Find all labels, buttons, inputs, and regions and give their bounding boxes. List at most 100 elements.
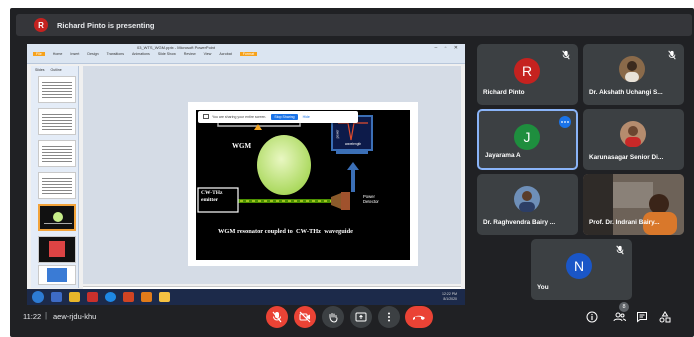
- participant-tile[interactable]: Dr. Raghvendra Bairy ...: [477, 174, 578, 235]
- windows-taskbar: 12:22 PM 8/1/2020: [27, 289, 465, 305]
- presenter-avatar: R: [34, 18, 48, 32]
- activities-button[interactable]: [658, 310, 672, 324]
- taskbar-date: 8/1/2020: [443, 297, 457, 301]
- leave-call-button[interactable]: [405, 306, 433, 328]
- wgm-label: WGM: [232, 142, 252, 150]
- power-label: power: [335, 129, 340, 139]
- mic-off-icon: [616, 245, 624, 255]
- ribbon-tab-home: Home: [52, 52, 63, 56]
- powerpoint-icon: [123, 292, 134, 302]
- participant-name: Prof. Dr. Indrani Bairy...: [589, 219, 660, 226]
- vlc-icon: [159, 292, 170, 302]
- participant-tile[interactable]: R Richard Pinto: [477, 44, 578, 105]
- people-icon: [613, 312, 626, 322]
- participant-tile[interactable]: Dr. Akshath Uchangi S...: [583, 44, 684, 105]
- present-screen-button[interactable]: [350, 306, 372, 328]
- participant-tile-self[interactable]: N You: [531, 239, 632, 300]
- chat-icon: [637, 312, 647, 323]
- presenting-text: Richard Pinto is presenting: [57, 20, 155, 30]
- participant-name: Karunasagar Senior Di...: [589, 154, 664, 161]
- ribbon-tab-slideshow: Slide Show: [157, 52, 176, 56]
- powerpoint-ribbon: 03_WTS_WGM.pptx - Microsoft PowerPoint F…: [27, 44, 465, 64]
- hang-up-icon: [413, 315, 425, 320]
- hide-share-bar-button: Hide: [302, 115, 310, 119]
- ribbon-tabs: File Home Insert Design Transitions Anim…: [33, 52, 258, 56]
- present-icon: [355, 312, 367, 322]
- avatar-photo: [620, 121, 646, 147]
- wavelength-label: wavelength: [345, 142, 362, 146]
- mic-off-icon: [272, 311, 282, 323]
- presenting-banner: R Richard Pinto is presenting: [16, 14, 692, 36]
- emitter-label: CW-THz emitter: [201, 190, 223, 203]
- activities-icon: [659, 311, 671, 323]
- ribbon-tab-file: File: [33, 52, 45, 56]
- slide-thumbnail: [38, 236, 76, 263]
- ribbon-tab-review: Review: [183, 52, 196, 56]
- slide: WGM CW-THz emitter Power Detector wavele…: [188, 102, 418, 266]
- start-button-icon: [32, 291, 44, 303]
- people-button[interactable]: [612, 310, 626, 324]
- participant-name: You: [537, 284, 549, 291]
- info-icon: [586, 311, 598, 323]
- camera-off-icon: [299, 311, 311, 323]
- panel-tabs: Slides Outline: [31, 66, 78, 74]
- microphone-toggle-button[interactable]: [266, 306, 288, 328]
- slide-editing-area: WGM CW-THz emitter Power Detector wavele…: [83, 66, 461, 284]
- share-bar-text: You are sharing your entire screen.: [212, 115, 267, 119]
- more-vert-icon: [388, 312, 390, 322]
- avatar: J: [514, 124, 540, 150]
- participant-name: Dr. Akshath Uchangi S...: [589, 89, 663, 96]
- participant-name: Jayarama A: [485, 152, 521, 159]
- avatar: R: [514, 58, 540, 84]
- slide-thumbnail: [38, 108, 76, 135]
- detector-label: Power Detector: [363, 194, 379, 204]
- slide-thumbnail: [38, 140, 76, 167]
- folder-icon: [69, 292, 80, 302]
- chat-button[interactable]: [635, 310, 649, 324]
- explorer-icon: [51, 292, 62, 302]
- meeting-details-button[interactable]: [585, 310, 599, 324]
- slide-caption: WGM resonator coupled to CW-THz waveguid…: [218, 228, 353, 235]
- slide-thumbnail: [38, 265, 76, 285]
- slide-thumbnail-selected: [38, 204, 76, 231]
- screen-share-bar: You are sharing your entire screen. Stop…: [198, 111, 358, 123]
- meeting-code: aew-rjdu-khu: [53, 312, 97, 321]
- camera-toggle-button[interactable]: [294, 306, 316, 328]
- panel-tab-outline: Outline: [50, 68, 62, 72]
- mic-off-icon: [562, 50, 570, 60]
- slide-thumbnails-panel: Slides Outline: [31, 66, 79, 288]
- ribbon-tab-animations: Animations: [132, 52, 150, 56]
- separator: |: [45, 311, 48, 320]
- more-options-icon[interactable]: [559, 116, 571, 128]
- mic-off-icon: [668, 50, 676, 60]
- avatar: N: [566, 253, 592, 279]
- panel-tab-slides: Slides: [35, 68, 45, 72]
- participant-tile-active[interactable]: J Jayarama A: [477, 109, 578, 170]
- ribbon-tab-insert: Insert: [70, 52, 80, 56]
- acrobat-icon: [87, 292, 98, 302]
- participant-tile[interactable]: Karunasagar Senior Di...: [583, 109, 684, 170]
- stop-sharing-button: Stop Sharing: [271, 114, 298, 120]
- hand-icon: [329, 313, 338, 323]
- taskbar-clock: 12:22 PM 8/1/2020: [442, 292, 457, 302]
- participant-tile-video[interactable]: Prof. Dr. Indrani Bairy...: [583, 174, 684, 235]
- meeting-time: 11:22: [23, 312, 42, 321]
- slide-content: WGM CW-THz emitter Power Detector wavele…: [196, 110, 410, 260]
- firefox-icon: [141, 292, 152, 302]
- ribbon-tab-format: Format: [239, 52, 258, 56]
- participant-name: Dr. Raghvendra Bairy ...: [483, 219, 556, 226]
- slide-thumbnail: [38, 172, 76, 199]
- more-options-button[interactable]: [378, 306, 400, 328]
- ribbon-tab-transitions: Transitions: [106, 52, 125, 56]
- shared-screen: 03_WTS_WGM.pptx - Microsoft PowerPoint F…: [27, 44, 465, 300]
- participant-name: Richard Pinto: [483, 89, 525, 96]
- slide-thumbnail: [38, 76, 76, 103]
- avatar-photo: [514, 186, 540, 212]
- chrome-icon: [105, 292, 116, 302]
- raise-hand-button[interactable]: [322, 306, 344, 328]
- ribbon-tab-view: View: [203, 52, 212, 56]
- window-controls-icon: – ▫ ✕: [434, 45, 461, 51]
- monitor-icon: [203, 114, 209, 119]
- avatar-photo: [619, 56, 645, 82]
- ribbon-tab-design: Design: [87, 52, 99, 56]
